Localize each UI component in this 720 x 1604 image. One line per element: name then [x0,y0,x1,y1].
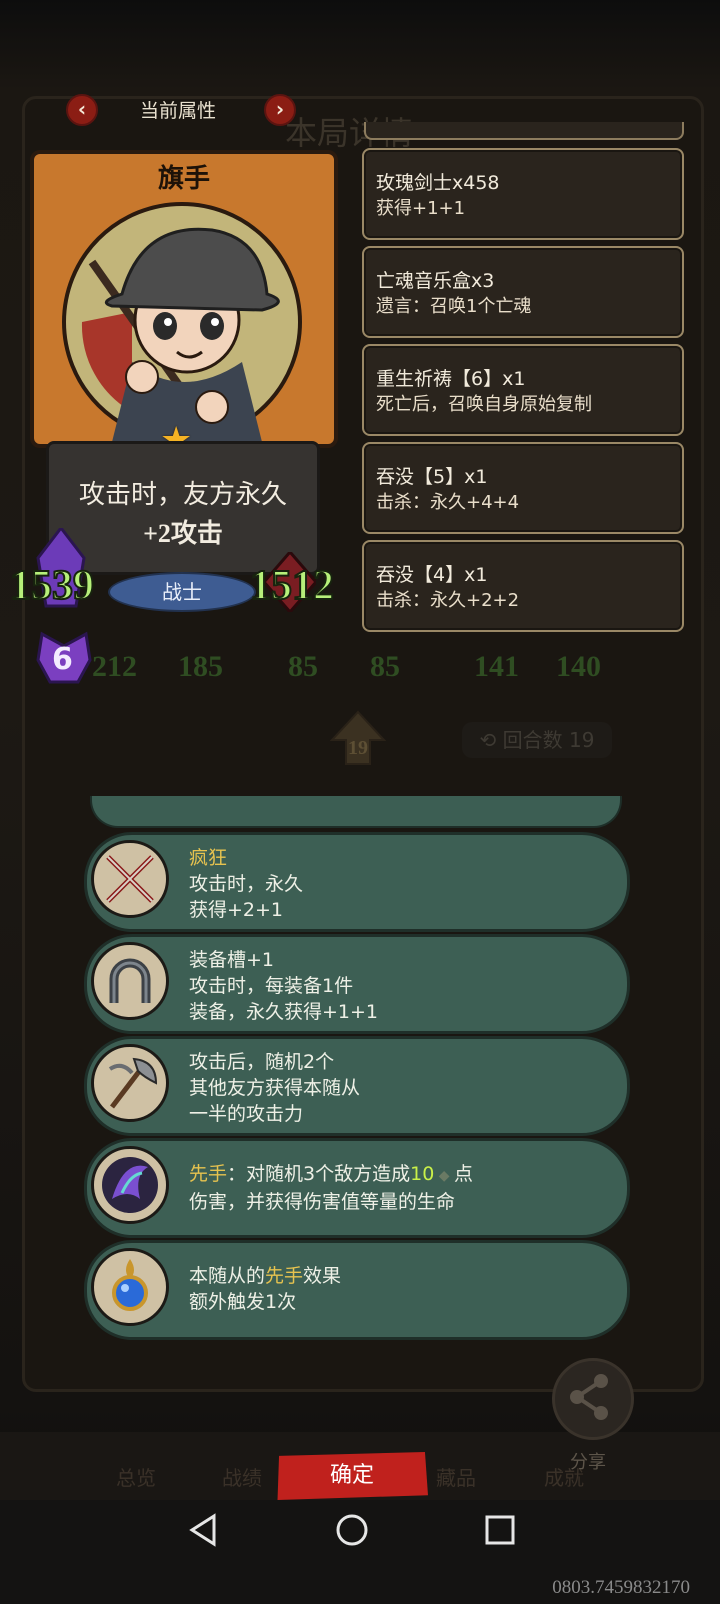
round-value: 19 [569,728,595,752]
prev-button[interactable]: ‹ [66,94,98,126]
ability-line: 攻击后，随机2个 [189,1051,335,1073]
blue-gem-icon [91,1248,169,1326]
ability-title: 疯狂 [189,847,228,869]
hero-name: 旗手 [157,164,210,194]
record-effect: 击杀：永久+2+2 [376,590,520,611]
back-nav-icon[interactable] [184,1510,224,1550]
horseshoe-icon [91,942,169,1020]
ability-line: 本随从的先手效果 [189,1263,341,1289]
hero-tier: 6 [52,642,73,677]
ability-item[interactable]: 先手：对随机3个敌方造成10 ◆ 点 伤害，并获得伤害值等量的生命 [84,1138,630,1238]
ability-line: 其他友方获得本随从 [189,1077,361,1099]
ability-item[interactable]: 装备槽+1 攻击时，每装备1件 装备，永久获得+1+1 [84,934,630,1034]
bg-stat: 141 [474,650,519,683]
record-item[interactable]: 重生祈祷【6】x1 死亡后，召唤自身原始复制 [362,344,684,436]
bg-stat: 85 [370,650,400,683]
record-name: 亡魂音乐盒x3 [376,270,495,292]
ability-text: 本随从的先手效果 额外触发1次 [189,1263,341,1315]
ability-text: 疯狂 攻击时，永久 获得+2+1 [189,845,303,923]
ability-item[interactable]: 本随从的先手效果 额外触发1次 [84,1240,630,1340]
ability-fragment: 点 [453,1163,473,1185]
damage-type-icon: ◆ [434,1168,454,1184]
ability-fragment: 效果 [303,1265,342,1287]
round-label: 回合数 [502,728,563,752]
record-item[interactable]: 玫瑰剑士x458 获得+1+1 [362,148,684,240]
record-name: 吞没【5】x1 [376,466,488,488]
confirm-button[interactable]: 确定 [277,1452,428,1500]
home-nav-icon[interactable] [332,1510,372,1550]
debug-code: 0803.7459832170 [552,1577,690,1598]
tab-collection[interactable]: 藏品 [436,1462,476,1491]
turn-value: 19 [348,737,368,759]
ability-line: 攻击时，每装备1件 [189,975,354,997]
ability-list-top [90,796,622,828]
record-effect: 击杀：永久+4+4 [376,492,520,513]
record-effect: 获得+1+1 [376,198,466,219]
hero-health: 1512 [249,562,335,610]
turn-arrow-icon: 19 [330,710,386,765]
hero-bonus-text: +2攻击 [143,519,223,548]
ability-line: 伤害，并获得伤害值等量的生命 [189,1191,456,1213]
record-name: 玫瑰剑士x458 [376,172,500,194]
record-effect: 遗言：召唤1个亡魂 [376,296,532,317]
record-item[interactable]: 吞没【5】x1 击杀：永久+4+4 [362,442,684,534]
tab-record[interactable]: 战绩 [222,1462,262,1491]
keyword-first-strike: 先手 [265,1265,304,1287]
record-list-top [364,122,684,140]
record-item[interactable]: 吞没【4】x1 击杀：永久+2+2 [362,540,684,632]
share-label: 分享 [570,1452,606,1473]
ability-fragment: ：对随机3个敌方造成 [227,1163,411,1185]
ability-line: 获得+2+1 [189,899,284,921]
ability-item[interactable]: 疯狂 攻击时，永久 获得+2+1 [84,832,630,932]
ability-line: 一半的攻击力 [189,1103,304,1125]
ability-text: 装备槽+1 攻击时，每装备1件 装备，永久获得+1+1 [189,947,378,1025]
share-button[interactable] [552,1358,634,1440]
ability-line: 先手：对随机3个敌方造成10 ◆ 点 [189,1161,473,1189]
bg-stat: 185 [178,650,223,683]
recents-nav-icon[interactable] [480,1510,520,1550]
bg-stat: 212 [92,650,137,683]
ability-line: 额外触发1次 [189,1291,297,1313]
hero-description-line1: 攻击时，友方永久 [78,480,287,510]
axe-icon [91,1044,169,1122]
bg-stat: 85 [288,650,318,683]
hero-description-line2: +2攻击 [49,513,317,550]
crossed-swords-icon [91,840,169,918]
ability-text: 攻击后，随机2个 其他友方获得本随从 一半的攻击力 [189,1049,360,1127]
hero-class: 战士 [108,572,256,612]
chevron-left-icon: ‹ [77,97,87,121]
spirit-orb-icon [91,1146,169,1224]
hero-portrait [62,202,302,442]
chevron-right-icon: › [275,97,285,121]
refresh-icon: ⟲ [479,728,497,752]
ability-line: 装备，永久获得+1+1 [189,1001,379,1023]
hero-card: 旗手 [30,150,338,448]
ability-title: 装备槽+1 [189,949,275,971]
round-counter: ⟲ 回合数 19 [462,722,612,758]
share-icon [570,1374,608,1420]
damage-number: 10 [410,1163,435,1185]
ability-fragment: 本随从的 [189,1265,266,1287]
panel-title: 当前属性 [139,100,216,122]
record-name: 吞没【4】x1 [376,564,488,586]
keyword-first-strike: 先手 [189,1163,228,1185]
next-button[interactable]: › [264,94,296,126]
ability-line: 攻击时，永久 [189,873,304,895]
record-effect: 死亡后，召唤自身原始复制 [376,394,592,415]
hero-attack: 1539 [9,562,95,610]
ability-item[interactable]: 攻击后，随机2个 其他友方获得本随从 一半的攻击力 [84,1036,630,1136]
record-item[interactable]: 亡魂音乐盒x3 遗言：召唤1个亡魂 [362,246,684,338]
record-name: 重生祈祷【6】x1 [376,368,526,390]
bg-stat: 140 [556,650,601,683]
ability-text: 先手：对随机3个敌方造成10 ◆ 点 伤害，并获得伤害值等量的生命 [189,1161,473,1215]
tab-overview[interactable]: 总览 [116,1462,156,1491]
